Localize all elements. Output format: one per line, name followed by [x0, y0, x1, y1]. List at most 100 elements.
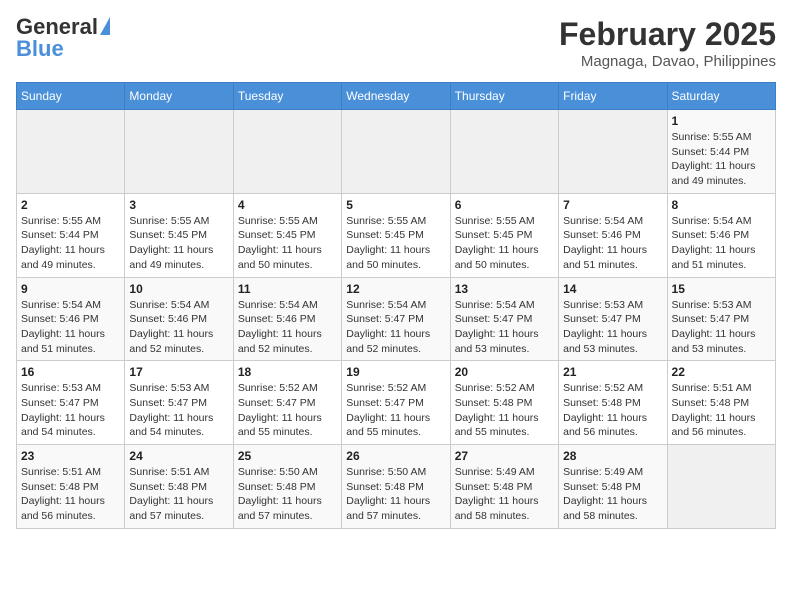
- calendar-day-cell: 13 Sunrise: 5:54 AMSunset: 5:47 PMDayligh…: [450, 277, 558, 361]
- day-info: Sunrise: 5:54 AMSunset: 5:46 PMDaylight:…: [672, 214, 771, 273]
- day-info: Sunrise: 5:49 AMSunset: 5:48 PMDaylight:…: [455, 465, 554, 524]
- title-block: February 2025 Magnaga, Davao, Philippine…: [559, 16, 776, 70]
- day-info: Sunrise: 5:53 AMSunset: 5:47 PMDaylight:…: [21, 381, 120, 440]
- day-number: 9: [21, 282, 120, 296]
- calendar-day-cell: 18Sunrise: 5:52 AMSunset: 5:47 PMDayligh…: [233, 361, 341, 445]
- day-info: Sunrise: 5:54 AMSunset: 5:46 PMDaylight:…: [563, 214, 662, 273]
- day-number: 5: [346, 198, 445, 212]
- day-info: Sunrise: 5:54 AMSunset: 5:46 PMDaylight:…: [238, 298, 337, 357]
- weekday-header-thursday: Thursday: [450, 83, 558, 110]
- calendar-day-cell: [667, 445, 775, 529]
- day-info: Sunrise: 5:52 AMSunset: 5:47 PMDaylight:…: [238, 381, 337, 440]
- day-number: 21: [563, 365, 662, 379]
- day-info: Sunrise: 5:52 AMSunset: 5:48 PMDaylight:…: [455, 381, 554, 440]
- calendar-week-4: 16 Sunrise: 5:53 AMSunset: 5:47 PMDayligh…: [17, 361, 776, 445]
- day-info: Sunrise: 5:50 AMSunset: 5:48 PMDaylight:…: [346, 465, 445, 524]
- day-info: Sunrise: 5:53 AMSunset: 5:47 PMDaylight:…: [129, 381, 228, 440]
- day-number: 20: [455, 365, 554, 379]
- day-number: 4: [238, 198, 337, 212]
- calendar-day-cell: 1 Sunrise: 5:55 AMSunset: 5:44 PMDaylight…: [667, 110, 775, 194]
- day-number: 19: [346, 365, 445, 379]
- day-number: 2: [21, 198, 120, 212]
- calendar-day-cell: 14 Sunrise: 5:53 AMSunset: 5:47 PMDayligh…: [559, 277, 667, 361]
- calendar-day-cell: [342, 110, 450, 194]
- calendar-day-cell: [559, 110, 667, 194]
- calendar-day-cell: 5 Sunrise: 5:55 AMSunset: 5:45 PMDaylight…: [342, 193, 450, 277]
- calendar-day-cell: [450, 110, 558, 194]
- calendar-day-cell: 28 Sunrise: 5:49 AMSunset: 5:48 PMDayligh…: [559, 445, 667, 529]
- day-number: 22: [672, 365, 771, 379]
- weekday-header-friday: Friday: [559, 83, 667, 110]
- calendar-day-cell: 19 Sunrise: 5:52 AMSunset: 5:47 PMDayligh…: [342, 361, 450, 445]
- day-info: Sunrise: 5:54 AMSunset: 5:47 PMDaylight:…: [346, 298, 445, 357]
- day-info: Sunrise: 5:54 AMSunset: 5:46 PMDaylight:…: [21, 298, 120, 357]
- calendar-day-cell: 11Sunrise: 5:54 AMSunset: 5:46 PMDayligh…: [233, 277, 341, 361]
- day-info: Sunrise: 5:55 AMSunset: 5:44 PMDaylight:…: [21, 214, 120, 273]
- calendar-day-cell: 6 Sunrise: 5:55 AMSunset: 5:45 PMDaylight…: [450, 193, 558, 277]
- calendar-day-cell: 15 Sunrise: 5:53 AMSunset: 5:47 PMDayligh…: [667, 277, 775, 361]
- weekday-header-wednesday: Wednesday: [342, 83, 450, 110]
- day-info: Sunrise: 5:55 AMSunset: 5:45 PMDaylight:…: [129, 214, 228, 273]
- day-number: 12: [346, 282, 445, 296]
- calendar-table: SundayMondayTuesdayWednesdayThursdayFrid…: [16, 82, 776, 529]
- day-info: Sunrise: 5:54 AMSunset: 5:47 PMDaylight:…: [455, 298, 554, 357]
- day-number: 27: [455, 449, 554, 463]
- day-info: Sunrise: 5:55 AMSunset: 5:45 PMDaylight:…: [238, 214, 337, 273]
- calendar-day-cell: 21 Sunrise: 5:52 AMSunset: 5:48 PMDayligh…: [559, 361, 667, 445]
- day-info: Sunrise: 5:55 AMSunset: 5:45 PMDaylight:…: [346, 214, 445, 273]
- calendar-day-cell: 22 Sunrise: 5:51 AMSunset: 5:48 PMDayligh…: [667, 361, 775, 445]
- month-year-title: February 2025: [559, 16, 776, 53]
- weekday-header-tuesday: Tuesday: [233, 83, 341, 110]
- day-number: 7: [563, 198, 662, 212]
- day-number: 6: [455, 198, 554, 212]
- day-number: 23: [21, 449, 120, 463]
- day-info: Sunrise: 5:50 AMSunset: 5:48 PMDaylight:…: [238, 465, 337, 524]
- calendar-day-cell: 12 Sunrise: 5:54 AMSunset: 5:47 PMDayligh…: [342, 277, 450, 361]
- day-number: 28: [563, 449, 662, 463]
- logo-text-general: General: [16, 16, 98, 38]
- logo: General Blue: [16, 16, 110, 60]
- day-info: Sunrise: 5:51 AMSunset: 5:48 PMDaylight:…: [672, 381, 771, 440]
- calendar-week-5: 23 Sunrise: 5:51 AMSunset: 5:48 PMDayligh…: [17, 445, 776, 529]
- calendar-day-cell: 26 Sunrise: 5:50 AMSunset: 5:48 PMDayligh…: [342, 445, 450, 529]
- day-info: Sunrise: 5:52 AMSunset: 5:47 PMDaylight:…: [346, 381, 445, 440]
- day-number: 25: [238, 449, 337, 463]
- day-info: Sunrise: 5:55 AMSunset: 5:44 PMDaylight:…: [672, 130, 771, 189]
- day-info: Sunrise: 5:53 AMSunset: 5:47 PMDaylight:…: [672, 298, 771, 357]
- calendar-week-3: 9 Sunrise: 5:54 AMSunset: 5:46 PMDaylight…: [17, 277, 776, 361]
- day-info: Sunrise: 5:55 AMSunset: 5:45 PMDaylight:…: [455, 214, 554, 273]
- day-number: 13: [455, 282, 554, 296]
- calendar-day-cell: 2 Sunrise: 5:55 AMSunset: 5:44 PMDaylight…: [17, 193, 125, 277]
- day-number: 26: [346, 449, 445, 463]
- weekday-header-saturday: Saturday: [667, 83, 775, 110]
- calendar-day-cell: [17, 110, 125, 194]
- calendar-day-cell: 7 Sunrise: 5:54 AMSunset: 5:46 PMDaylight…: [559, 193, 667, 277]
- day-number: 14: [563, 282, 662, 296]
- day-info: Sunrise: 5:53 AMSunset: 5:47 PMDaylight:…: [563, 298, 662, 357]
- calendar-day-cell: 9 Sunrise: 5:54 AMSunset: 5:46 PMDaylight…: [17, 277, 125, 361]
- weekday-header-sunday: Sunday: [17, 83, 125, 110]
- day-number: 10: [129, 282, 228, 296]
- page-header: General Blue February 2025 Magnaga, Dava…: [16, 16, 776, 70]
- day-info: Sunrise: 5:54 AMSunset: 5:46 PMDaylight:…: [129, 298, 228, 357]
- location-subtitle: Magnaga, Davao, Philippines: [559, 53, 776, 70]
- calendar-day-cell: 17 Sunrise: 5:53 AMSunset: 5:47 PMDayligh…: [125, 361, 233, 445]
- calendar-header-row: SundayMondayTuesdayWednesdayThursdayFrid…: [17, 83, 776, 110]
- calendar-day-cell: 20 Sunrise: 5:52 AMSunset: 5:48 PMDayligh…: [450, 361, 558, 445]
- calendar-day-cell: 4 Sunrise: 5:55 AMSunset: 5:45 PMDaylight…: [233, 193, 341, 277]
- logo-text-blue: Blue: [16, 38, 64, 60]
- day-number: 16: [21, 365, 120, 379]
- day-number: 8: [672, 198, 771, 212]
- day-info: Sunrise: 5:52 AMSunset: 5:48 PMDaylight:…: [563, 381, 662, 440]
- day-number: 17: [129, 365, 228, 379]
- calendar-day-cell: 3Sunrise: 5:55 AMSunset: 5:45 PMDaylight…: [125, 193, 233, 277]
- day-info: Sunrise: 5:51 AMSunset: 5:48 PMDaylight:…: [129, 465, 228, 524]
- day-number: 1: [672, 114, 771, 128]
- weekday-header-monday: Monday: [125, 83, 233, 110]
- calendar-week-2: 2 Sunrise: 5:55 AMSunset: 5:44 PMDaylight…: [17, 193, 776, 277]
- day-number: 15: [672, 282, 771, 296]
- calendar-day-cell: 8 Sunrise: 5:54 AMSunset: 5:46 PMDaylight…: [667, 193, 775, 277]
- day-info: Sunrise: 5:49 AMSunset: 5:48 PMDaylight:…: [563, 465, 662, 524]
- calendar-day-cell: 27 Sunrise: 5:49 AMSunset: 5:48 PMDayligh…: [450, 445, 558, 529]
- day-number: 24: [129, 449, 228, 463]
